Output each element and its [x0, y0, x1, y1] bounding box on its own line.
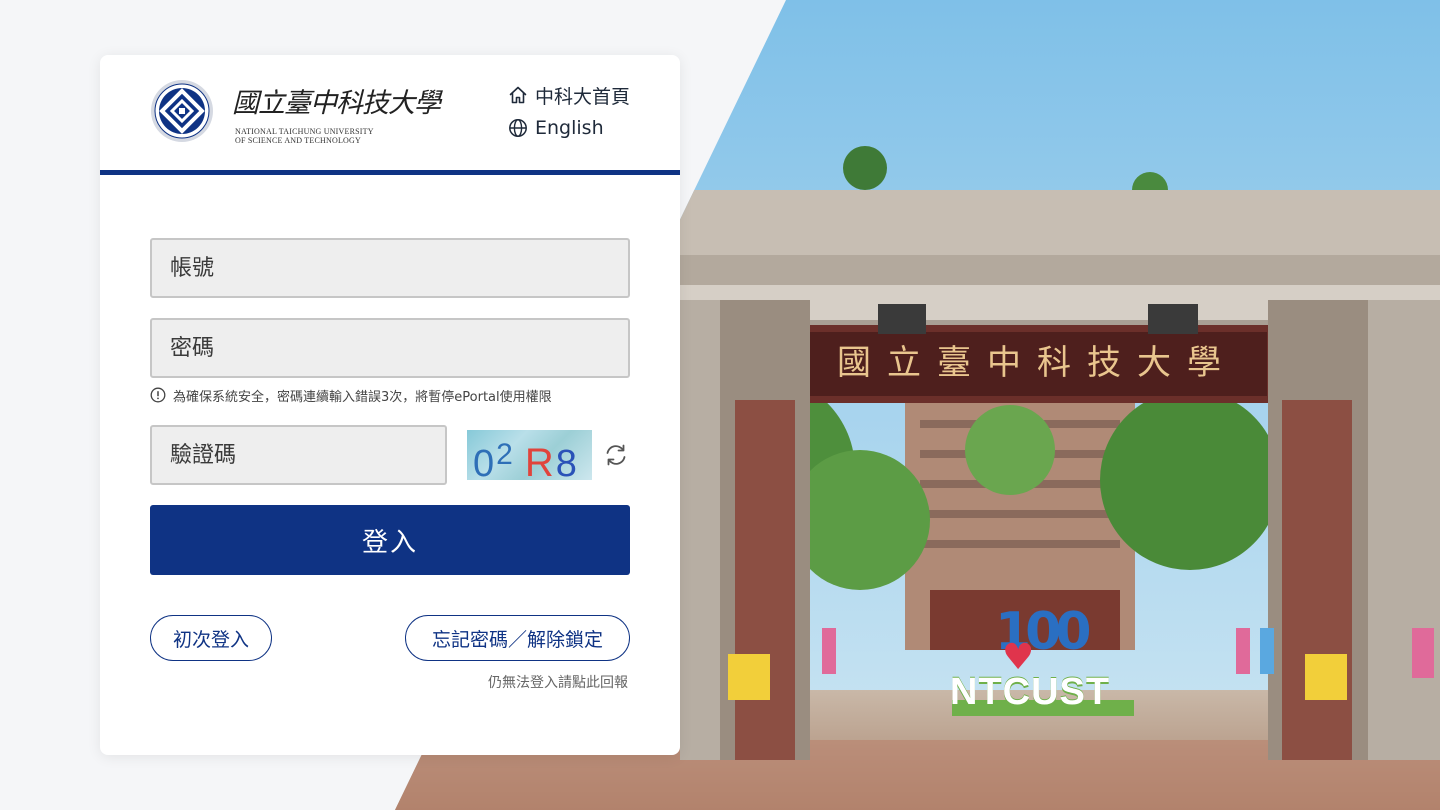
password-input[interactable]: [150, 318, 630, 378]
captcha-input[interactable]: [150, 425, 447, 485]
logo-english-line2: OF SCIENCE AND TECHNOLOGY: [235, 136, 361, 145]
first-login-button[interactable]: 初次登入: [150, 615, 272, 661]
logo-wordmark: 國立臺中科技大學: [232, 88, 441, 119]
university-seal-icon: [151, 80, 213, 142]
login-button[interactable]: 登入: [150, 505, 630, 575]
home-link[interactable]: 中科大首頁: [508, 82, 630, 108]
captcha-text: 02 R8: [473, 432, 592, 480]
english-link[interactable]: English: [508, 115, 604, 141]
logo-english-line1: NATIONAL TAICHUNG UNIVERSITY: [235, 127, 374, 136]
refresh-icon: [606, 444, 626, 466]
card-header: 國立臺中科技大學 NATIONAL TAICHUNG UNIVERSITY OF…: [100, 55, 680, 175]
captcha-char: 0: [473, 443, 497, 480]
home-link-label: 中科大首頁: [535, 85, 631, 108]
globe-icon: [508, 118, 528, 138]
captcha-char: 2: [496, 438, 515, 471]
info-circle-icon: [150, 387, 166, 403]
captcha-image: 02 R8: [467, 430, 592, 480]
home-icon: [508, 85, 528, 105]
lockout-notice-text: 為確保系統安全，密碼連續輸入錯誤3次，將暫停ePortal使用權限: [173, 389, 552, 405]
logo-english-name: NATIONAL TAICHUNG UNIVERSITY OF SCIENCE …: [235, 127, 415, 145]
ntcust-sign: NTCUST: [950, 671, 1111, 713]
lockout-notice: 為確保系統安全，密碼連續輸入錯誤3次，將暫停ePortal使用權限: [150, 385, 552, 405]
captcha-char: 8: [555, 443, 579, 480]
report-problem-link[interactable]: 仍無法登入請點此回報: [488, 672, 628, 692]
account-input[interactable]: [150, 238, 630, 298]
gate-title-text: 國立臺中科技大學: [837, 343, 1237, 383]
english-link-label: English: [535, 117, 604, 139]
login-card: 國立臺中科技大學 NATIONAL TAICHUNG UNIVERSITY OF…: [100, 55, 680, 755]
refresh-captcha-button[interactable]: [603, 442, 629, 468]
captcha-char: R: [524, 441, 556, 480]
forgot-password-button[interactable]: 忘記密碼／解除鎖定: [405, 615, 630, 661]
